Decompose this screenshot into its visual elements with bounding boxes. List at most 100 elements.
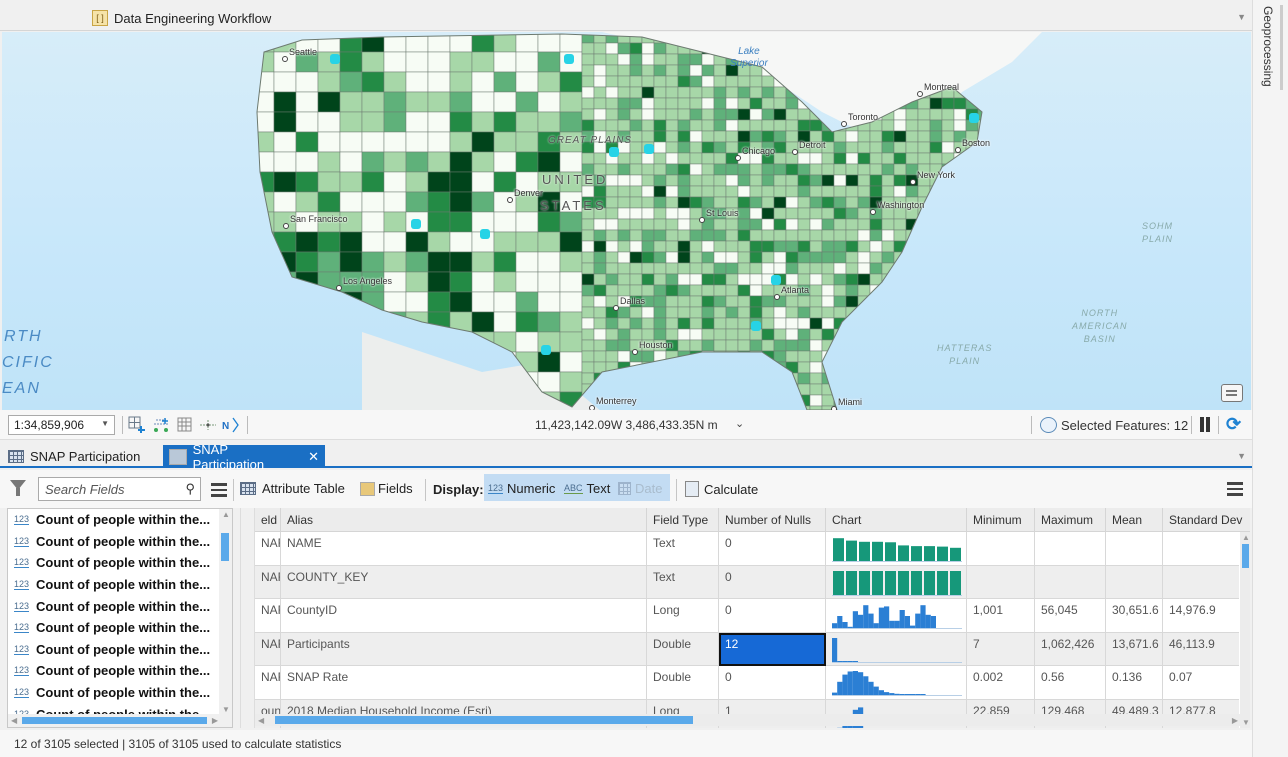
geoprocessing-dock-tab[interactable]: Geoprocessing bbox=[1261, 6, 1275, 87]
cell-minimum[interactable] bbox=[967, 532, 1035, 566]
field-list-item[interactable]: 123 Count of people within the... bbox=[8, 552, 232, 574]
table-row[interactable]: NAFNAMEText0 bbox=[255, 532, 1239, 566]
table-row[interactable]: NAFSNAP RateDouble00.0020.560.1360.07 bbox=[255, 666, 1239, 700]
column-header-field[interactable]: eld bbox=[255, 508, 281, 532]
column-header-number-of-nulls[interactable]: Number of Nulls bbox=[719, 508, 826, 532]
field-list-vertical-scrollbar[interactable]: ▲ ▼ bbox=[219, 509, 232, 715]
scroll-left-icon[interactable]: ◀ bbox=[11, 716, 17, 725]
cell-standard-deviation[interactable]: 0.07 bbox=[1163, 666, 1250, 700]
cell-minimum[interactable]: 7 bbox=[967, 632, 1035, 666]
field-list-item[interactable]: 123 Count of people within the... bbox=[8, 531, 232, 553]
field-list-item[interactable]: 123 Count of people within the... bbox=[8, 509, 232, 531]
cell-chart[interactable] bbox=[826, 565, 967, 599]
cell-maximum[interactable]: 0.56 bbox=[1035, 666, 1106, 700]
display-date-toggle[interactable]: Date bbox=[618, 481, 662, 496]
cell-field[interactable]: NAF bbox=[255, 632, 281, 666]
calculate-button[interactable]: Calculate bbox=[685, 481, 758, 497]
cell-alias[interactable]: NAME bbox=[281, 532, 647, 566]
pause-drawing-button[interactable] bbox=[1199, 417, 1211, 432]
dock-scrollbar[interactable] bbox=[1280, 5, 1283, 90]
table-row[interactable]: NAFCountyIDLong01,00156,04530,651.614,97… bbox=[255, 599, 1239, 633]
map-canvas[interactable] bbox=[2, 32, 1251, 410]
cell-chart[interactable] bbox=[826, 599, 967, 633]
cell-maximum[interactable] bbox=[1035, 565, 1106, 599]
tab-snap-participation-fields[interactable]: SNAP Participation ✕ bbox=[163, 442, 325, 472]
cell-mean[interactable]: 0.136 bbox=[1106, 666, 1163, 700]
cell-maximum[interactable] bbox=[1035, 532, 1106, 566]
cell-field[interactable]: NAF bbox=[255, 532, 281, 566]
cell-mean[interactable]: 13,671.6 bbox=[1106, 632, 1163, 666]
refresh-icon[interactable]: ⟳ bbox=[1226, 414, 1241, 435]
scroll-left-icon[interactable]: ◀ bbox=[258, 716, 264, 725]
column-header-maximum[interactable]: Maximum bbox=[1035, 508, 1106, 532]
fields-view-menu-icon[interactable] bbox=[1227, 482, 1243, 496]
tab-list-dropdown-icon[interactable]: ▼ bbox=[1237, 451, 1246, 461]
cell-minimum[interactable]: 1,001 bbox=[967, 599, 1035, 633]
selected-features-indicator[interactable]: Selected Features: 12 bbox=[1040, 417, 1188, 433]
cell-field-type[interactable]: Double bbox=[647, 632, 719, 666]
scroll-down-icon[interactable]: ▼ bbox=[1242, 718, 1250, 727]
scroll-right-icon[interactable]: ▶ bbox=[212, 716, 218, 725]
cell-field-type[interactable]: Long bbox=[647, 599, 719, 633]
field-list-item[interactable]: 123 Count of people within the... bbox=[8, 595, 232, 617]
display-numeric-toggle[interactable]: 123 Numeric bbox=[488, 481, 555, 496]
cell-chart[interactable] bbox=[826, 532, 967, 566]
cell-standard-deviation[interactable] bbox=[1163, 566, 1250, 600]
cell-alias[interactable]: Participants bbox=[281, 632, 647, 666]
fields-button[interactable]: Fields bbox=[360, 481, 413, 496]
scroll-thumb[interactable] bbox=[275, 716, 693, 724]
column-header-alias[interactable]: Alias bbox=[281, 508, 647, 532]
close-icon[interactable]: ✕ bbox=[308, 449, 319, 465]
cell-number-of-nulls[interactable]: 12 bbox=[719, 632, 826, 666]
field-list-menu-icon[interactable] bbox=[211, 483, 227, 497]
map-view[interactable]: RTH CIFIC EAN Lake Superior GREAT PLAINS… bbox=[2, 32, 1251, 410]
field-list-item[interactable]: 123 Count of people within the... bbox=[8, 617, 232, 639]
field-list-item[interactable]: 123 Count of people within the... bbox=[8, 574, 232, 596]
scale-dropdown[interactable]: 1:34,859,906 ▼ bbox=[8, 415, 115, 435]
grid-horizontal-scrollbar[interactable]: ◀ ▶ bbox=[255, 714, 1240, 726]
scroll-up-icon[interactable]: ▲ bbox=[1242, 533, 1250, 542]
cell-maximum[interactable]: 56,045 bbox=[1035, 599, 1106, 633]
field-list-item[interactable]: 123 Count of people within the... bbox=[8, 682, 232, 704]
scroll-down-icon[interactable]: ▼ bbox=[222, 705, 230, 714]
column-header-chart[interactable]: Chart bbox=[826, 508, 967, 532]
tab-snap-participation-table[interactable]: SNAP Participation bbox=[2, 445, 146, 468]
search-icon[interactable]: ⚲ bbox=[185, 481, 195, 497]
display-text-toggle[interactable]: ABC Text bbox=[564, 481, 610, 496]
bookmarks-icon[interactable] bbox=[1221, 384, 1243, 402]
cell-alias[interactable]: CountyID bbox=[281, 599, 647, 633]
field-list-item[interactable]: 123 Count of people within the... bbox=[8, 639, 232, 661]
scroll-up-icon[interactable]: ▲ bbox=[222, 510, 230, 519]
search-fields-input[interactable]: Search Fields ⚲ bbox=[38, 477, 201, 501]
scroll-thumb[interactable] bbox=[1242, 544, 1249, 568]
cell-field[interactable]: NAF bbox=[255, 599, 281, 633]
cell-number-of-nulls[interactable]: 0 bbox=[719, 565, 826, 599]
constraints-icon[interactable] bbox=[199, 416, 217, 434]
grid-add-icon[interactable] bbox=[128, 416, 146, 434]
column-header-field-type[interactable]: Field Type bbox=[647, 508, 719, 532]
cell-field[interactable]: NAF bbox=[255, 666, 281, 700]
cell-field-type[interactable]: Double bbox=[647, 666, 719, 700]
table-row[interactable]: NAFCOUNTY_KEYText0 bbox=[255, 565, 1239, 599]
cell-standard-deviation[interactable]: 14,976.9 bbox=[1163, 599, 1250, 633]
cell-maximum[interactable]: 1,062,426 bbox=[1035, 632, 1106, 666]
column-header-standard-deviation[interactable]: Standard Dev bbox=[1163, 508, 1250, 532]
scroll-thumb[interactable] bbox=[22, 717, 207, 724]
cell-standard-deviation[interactable]: 46,113.9 bbox=[1163, 633, 1250, 667]
cell-alias[interactable]: SNAP Rate bbox=[281, 666, 647, 700]
grid-icon[interactable] bbox=[176, 416, 194, 434]
filter-icon[interactable] bbox=[10, 480, 26, 496]
snapping-icon[interactable] bbox=[152, 416, 170, 434]
cell-number-of-nulls[interactable]: 0 bbox=[719, 666, 826, 700]
cell-mean[interactable] bbox=[1106, 532, 1163, 566]
cell-field-type[interactable]: Text bbox=[647, 565, 719, 599]
attribute-table-button[interactable]: Attribute Table bbox=[240, 481, 345, 496]
tab-list-dropdown-icon[interactable]: ▼ bbox=[1237, 12, 1246, 22]
field-list-item[interactable]: 123 Count of people within the... bbox=[8, 660, 232, 682]
cell-number-of-nulls[interactable]: 0 bbox=[719, 599, 826, 633]
cell-field[interactable]: NAF bbox=[255, 565, 281, 599]
cell-mean[interactable]: 30,651.6 bbox=[1106, 599, 1163, 633]
chevron-down-icon[interactable]: ⌄ bbox=[735, 417, 744, 430]
cell-field-type[interactable]: Text bbox=[647, 532, 719, 566]
cell-chart[interactable] bbox=[826, 632, 967, 666]
